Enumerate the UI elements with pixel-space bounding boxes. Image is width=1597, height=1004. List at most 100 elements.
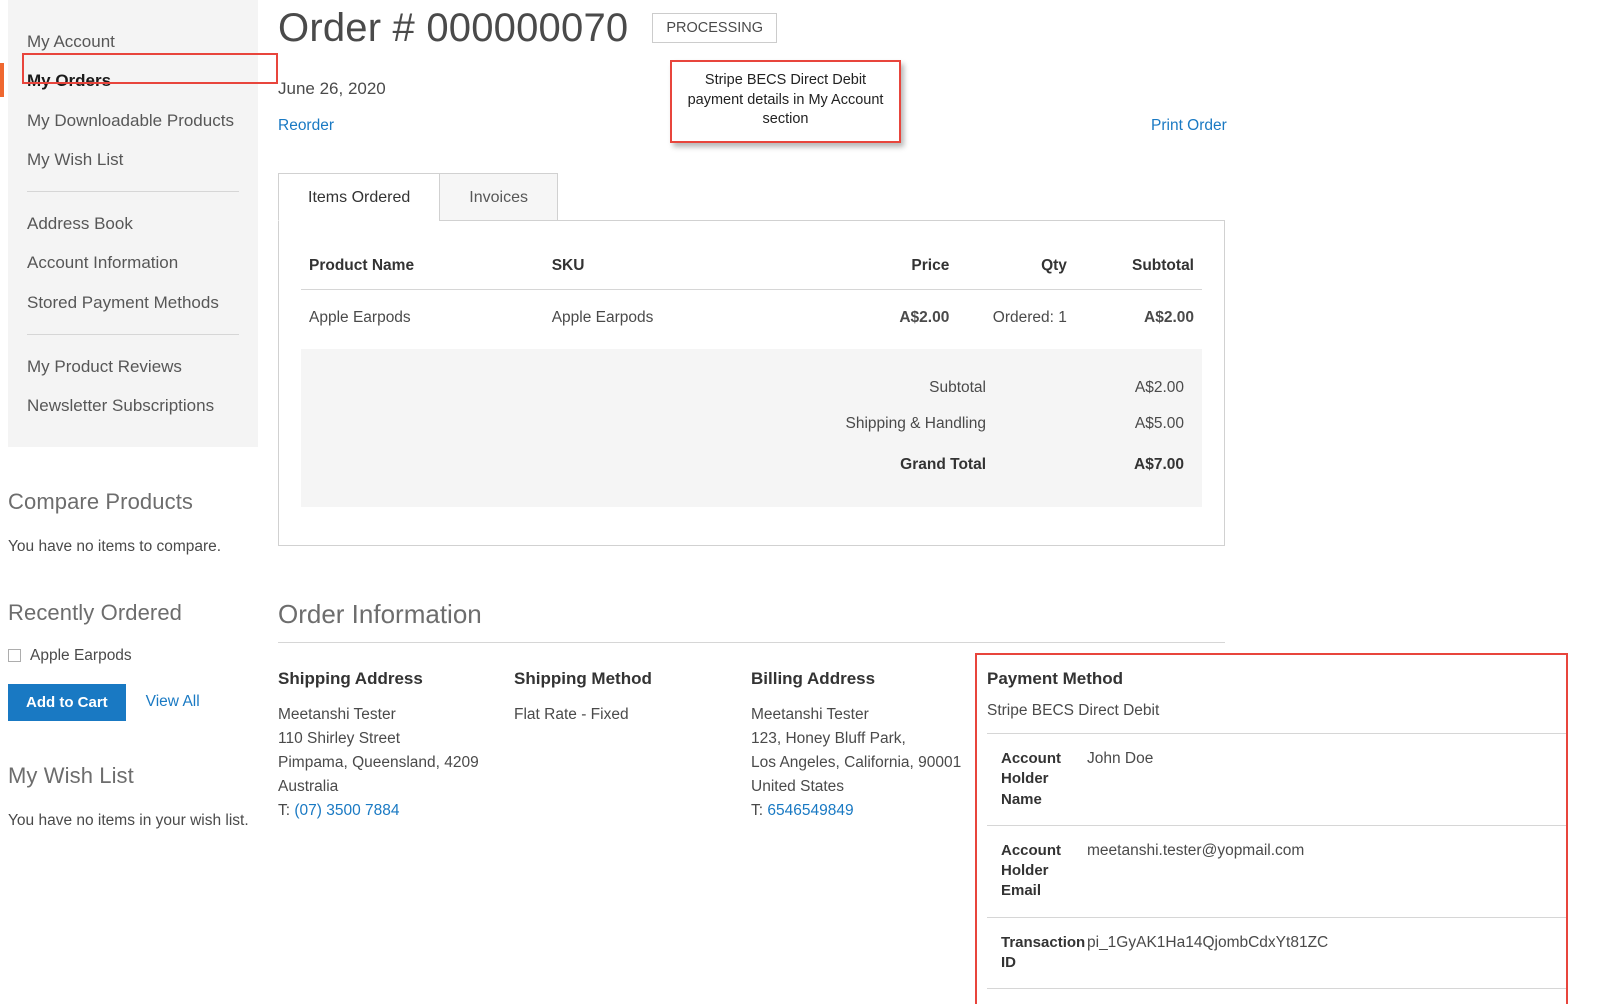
shipping-method-block: Shipping Method Flat Rate - Fixed [514, 669, 739, 727]
totals-row-shipping: Shipping & Handling A$5.00 [309, 406, 1194, 442]
table-row: Apple Earpods Apple Earpods A$2.00 Order… [301, 290, 1202, 350]
totals-table: Subtotal A$2.00 Shipping & Handling A$5.… [309, 370, 1194, 483]
totals-label: Shipping & Handling [845, 415, 986, 433]
shipping-address-line2: Pimpama, Queensland, 4209 [278, 753, 479, 771]
cell-product-name: Apple Earpods [309, 309, 411, 327]
order-information-title: Order Information [278, 599, 1225, 644]
totals-value: A$7.00 [1134, 456, 1184, 474]
annotation-callout: Stripe BECS Direct Debit payment details… [670, 60, 901, 143]
payment-detail-value: meetanshi.tester@yopmail.com [1087, 824, 1566, 918]
sidebar-divider [27, 191, 239, 192]
status-badge: PROCESSING [652, 12, 778, 44]
sidebar-item-my-orders[interactable]: My Orders [0, 61, 258, 100]
compare-products-empty-text: You have no items to compare. [8, 538, 222, 556]
shipping-method-heading: Shipping Method [514, 669, 652, 689]
billing-address-line2: Los Angeles, California, 90001 [751, 753, 962, 771]
account-nav: My Account My Orders My Downloadable Pro… [0, 0, 258, 448]
wishlist-empty-text: You have no items in your wish list. [8, 811, 249, 829]
sidebar-item-label: Address Book [27, 214, 133, 233]
compare-products-title: Compare Products [8, 489, 194, 515]
sidebar-item-stored-payment-methods[interactable]: Stored Payment Methods [8, 283, 258, 322]
phone-prefix: T: [751, 801, 768, 819]
column-header-sku: SKU [543, 243, 831, 291]
sidebar-item-label: My Product Reviews [27, 356, 182, 376]
sidebar-item-label: My Downloadable Products [27, 110, 234, 130]
totals-label: Grand Total [900, 456, 986, 474]
payment-method-heading: Payment Method [987, 669, 1124, 689]
totals-value: A$2.00 [1134, 379, 1184, 397]
shipping-address-name: Meetanshi Tester [278, 706, 396, 724]
order-title-row: Order # 000000070 PROCESSING [278, 0, 1597, 50]
order-date: June 26, 2020 [278, 79, 386, 98]
order-tabs: Items Ordered Invoices [278, 173, 1597, 222]
tab-label: Items Ordered [308, 189, 411, 206]
recently-ordered-title: Recently Ordered [8, 599, 183, 625]
shipping-address-phone-row: T: (07) 3500 7884 [278, 799, 503, 823]
shipping-address-line1: 110 Shirley Street [278, 730, 401, 748]
order-actions: Reorder Print Order [278, 117, 1597, 141]
totals-row-subtotal: Subtotal A$2.00 [309, 370, 1194, 406]
sidebar-item-label: My Wish List [27, 149, 124, 169]
totals-row-grand-total: Grand Total A$7.00 [309, 442, 1194, 483]
payment-method-name: Stripe BECS Direct Debit [987, 702, 1160, 720]
sidebar-item-label: Account Information [27, 253, 179, 273]
column-header-qty: Qty [957, 243, 1075, 291]
main-content: Order # 000000070 PROCESSING June 26, 20… [278, 0, 1597, 1004]
order-totals: Subtotal A$2.00 Shipping & Handling A$5.… [301, 349, 1202, 508]
tab-items-ordered[interactable]: Items Ordered [278, 173, 441, 222]
table-row: Account Holder Email meetanshi.tester@yo… [987, 824, 1566, 918]
recently-ordered-checkbox[interactable] [8, 649, 21, 663]
payment-detail-value: pi_1GyAK1Ha14QjombCdxYt81ZC [1087, 916, 1566, 989]
billing-address-name: Meetanshi Tester [751, 706, 869, 724]
order-information-grid: Shipping Address Meetanshi Tester 110 Sh… [278, 653, 1597, 1004]
sidebar-item-newsletter-subscriptions[interactable]: Newsletter Subscriptions [8, 386, 258, 425]
billing-address-heading: Billing Address [751, 669, 876, 689]
payment-detail-label: Client Secret [987, 988, 1087, 1004]
table-row: Transaction ID pi_1GyAK1Ha14QjombCdxYt81… [987, 916, 1566, 989]
payment-detail-value: John Doe [1087, 733, 1566, 826]
items-table: Product Name SKU Price Qty Subtotal Appl… [301, 243, 1202, 349]
sidebar-item-address-book[interactable]: Address Book [8, 204, 258, 243]
shipping-address-phone-link[interactable]: (07) 3500 7884 [294, 802, 399, 819]
tab-invoices[interactable]: Invoices [439, 173, 558, 222]
sidebar-item-account-information[interactable]: Account Information [8, 243, 258, 282]
wishlist-title: My Wish List [8, 762, 134, 788]
wishlist-block: My Wish List You have no items in your w… [8, 763, 258, 832]
column-header-product-name: Product Name [301, 243, 544, 291]
cell-subtotal: A$2.00 [1144, 309, 1194, 327]
sidebar-divider [27, 333, 239, 335]
totals-label: Subtotal [929, 379, 986, 397]
view-all-link[interactable]: View All [146, 693, 200, 711]
billing-address-country: United States [751, 777, 845, 795]
print-order-link[interactable]: Print Order [1151, 117, 1227, 135]
shipping-address-heading: Shipping Address [278, 669, 423, 689]
recently-ordered-item[interactable]: Apple Earpods [8, 647, 258, 665]
table-row: Account Holder Name John Doe [987, 733, 1566, 826]
billing-address-phone-row: T: 6546549849 [751, 799, 966, 823]
billing-address-phone-link[interactable]: 6546549849 [767, 802, 853, 819]
sidebar-item-label: Stored Payment Methods [27, 292, 219, 312]
billing-address-block: Billing Address Meetanshi Tester 123, Ho… [751, 669, 966, 822]
billing-address-line1: 123, Honey Bluff Park, [751, 730, 906, 748]
sidebar-item-my-downloadable-products[interactable]: My Downloadable Products [8, 101, 258, 140]
shipping-method-value: Flat Rate - Fixed [514, 706, 629, 724]
page-title: Order # 000000070 [278, 6, 629, 50]
add-to-cart-button[interactable]: Add to Cart [8, 683, 126, 721]
totals-value: A$5.00 [1134, 415, 1184, 433]
tab-label: Invoices [469, 189, 528, 206]
sidebar-item-my-account[interactable]: My Account [8, 22, 258, 61]
shipping-address-body: Meetanshi Tester 110 Shirley Street Pimp… [278, 703, 503, 822]
sidebar-item-my-wish-list[interactable]: My Wish List [8, 140, 258, 179]
reorder-link[interactable]: Reorder [278, 117, 334, 135]
shipping-address-block: Shipping Address Meetanshi Tester 110 Sh… [278, 669, 503, 822]
table-header-row: Product Name SKU Price Qty Subtotal [301, 243, 1202, 291]
recently-ordered-item-label: Apple Earpods [30, 646, 132, 664]
recently-ordered-block: Recently Ordered Apple Earpods Add to Ca… [8, 600, 258, 721]
payment-detail-label: Transaction ID [987, 916, 1087, 989]
sidebar-item-my-product-reviews[interactable]: My Product Reviews [8, 347, 258, 386]
sidebar-item-label: My Account [27, 32, 115, 51]
payment-method-block: Payment Method Stripe BECS Direct Debit … [975, 653, 1568, 1004]
phone-prefix: T: [278, 801, 295, 819]
column-header-subtotal: Subtotal [1074, 243, 1202, 291]
items-ordered-panel: Product Name SKU Price Qty Subtotal Appl… [278, 220, 1225, 547]
